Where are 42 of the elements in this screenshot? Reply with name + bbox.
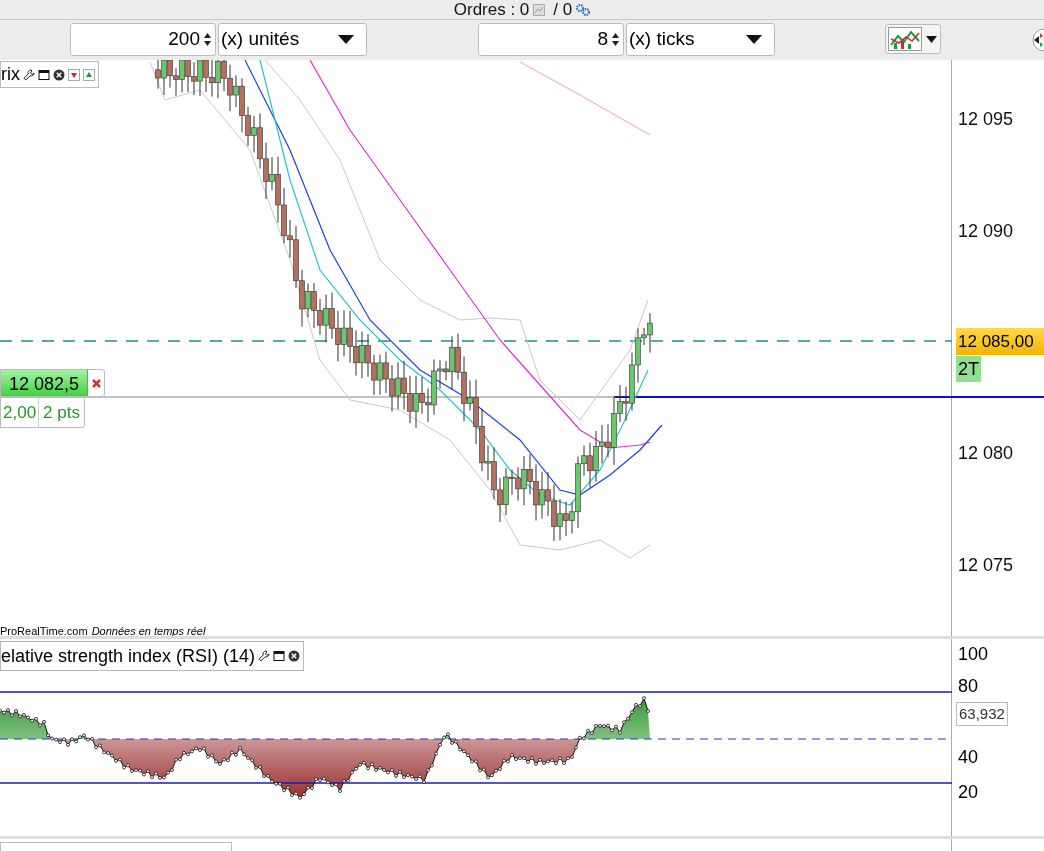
spin-up-icon[interactable] xyxy=(612,33,619,38)
order-distance: 2 pts xyxy=(42,402,81,424)
source-label: ProRealTime.com xyxy=(0,624,88,639)
disabled-chart-icon xyxy=(533,3,546,16)
rsi-value-label: 63,932 xyxy=(956,702,1008,726)
spin-down-icon[interactable] xyxy=(612,41,619,46)
current-price-label: 12 085,00 xyxy=(956,328,1044,355)
rsi-axis-label: 100 xyxy=(958,644,989,664)
rsi-axis-label: 80 xyxy=(958,676,979,696)
order-price-tag[interactable]: 12 082,5 xyxy=(0,369,105,397)
spin-up-icon[interactable] xyxy=(204,33,211,38)
price-axis-label: 12 075 xyxy=(958,555,1014,575)
window-icon[interactable] xyxy=(273,650,286,662)
panel-title: rix xyxy=(1,63,20,86)
window-icon[interactable] xyxy=(38,68,50,81)
dropdown-caret-icon[interactable] xyxy=(338,35,354,44)
orders-total: / 0 xyxy=(553,0,573,21)
dropdown-caret-icon[interactable] xyxy=(926,35,937,43)
panel-title: elative strength index (RSI) (14) xyxy=(1,644,256,668)
chart-style-icon xyxy=(888,27,922,51)
wrench-icon[interactable] xyxy=(258,650,271,662)
close-icon[interactable] xyxy=(288,650,301,662)
gears-icon[interactable] xyxy=(576,3,591,16)
orders-count: Ordres : 0 xyxy=(453,0,530,21)
price-axis-label: 12 080 xyxy=(958,443,1014,463)
wrench-icon[interactable] xyxy=(23,68,35,81)
position-tag: 2T xyxy=(956,356,981,382)
unit-dropdown[interactable]: (x) unités xyxy=(218,23,367,56)
number-spin-field[interactable]: 8 xyxy=(478,23,624,56)
order-quantity: 2,00 xyxy=(1,398,40,427)
rsi-axis-label: 20 xyxy=(958,782,979,802)
unit-dropdown[interactable]: (x) ticks xyxy=(626,23,775,56)
rsi-axis-label: 40 xyxy=(958,747,979,767)
arrows-icon[interactable] xyxy=(1030,28,1044,52)
price-axis-label: 12 095 xyxy=(958,109,1014,129)
data-note: Données en temps réel xyxy=(91,624,206,639)
price-axis-label: 12 090 xyxy=(958,221,1014,241)
number-spin-field[interactable]: 200 xyxy=(70,23,216,56)
dropdown-caret-icon[interactable] xyxy=(746,35,762,44)
chart-style-button[interactable] xyxy=(885,24,941,54)
spin-down-icon[interactable] xyxy=(204,41,211,46)
close-icon[interactable] xyxy=(53,68,65,81)
